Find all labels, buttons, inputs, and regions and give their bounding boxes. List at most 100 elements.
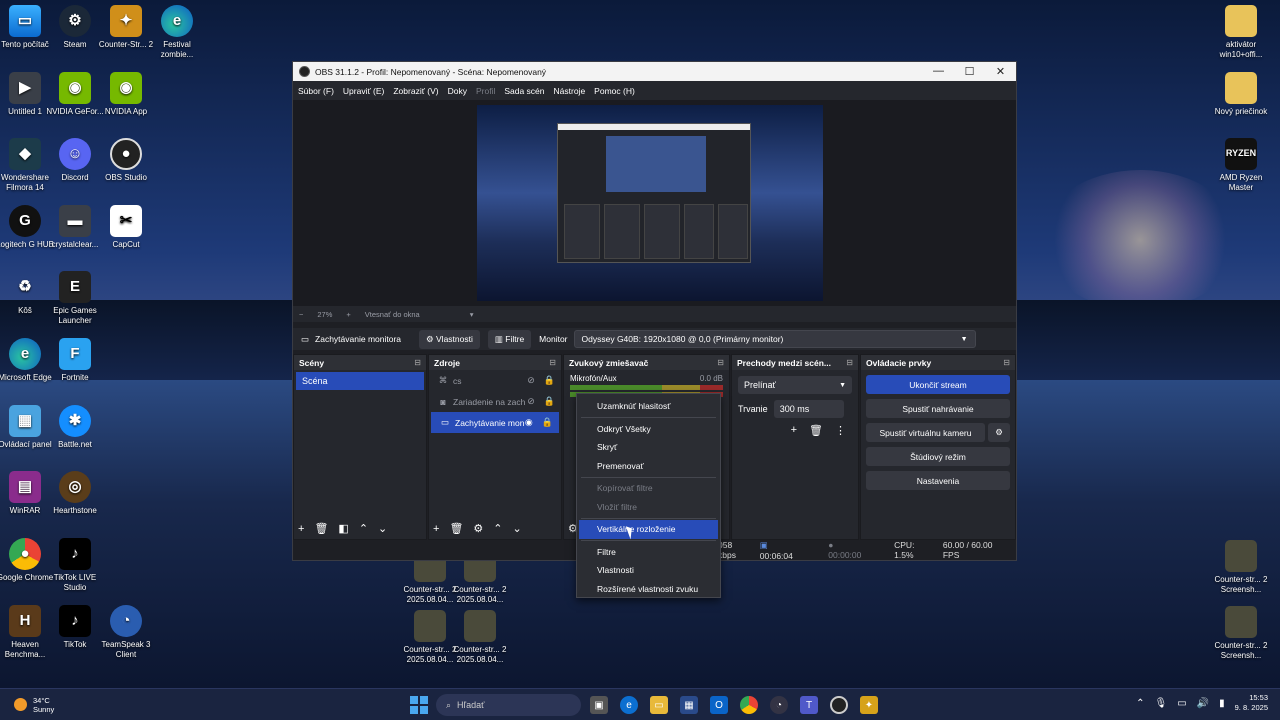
obs-titlebar[interactable]: OBS 31.1.2 - Profil: Nepomenovaný - Scén… [293,62,1016,81]
source-item[interactable]: ⌘ cs ⊘ 🔒 [429,370,561,391]
stop-stream-button[interactable]: Ukončiť stream [866,375,1010,394]
start-virtual-camera-button[interactable]: Spustiť virtuálnu kameru [866,423,985,442]
dock-menu-icon[interactable]: ⊟ [549,358,556,367]
close-button[interactable]: ✕ [985,65,1016,78]
source-item-selected[interactable]: ▭ Zachytávanie mon ◉ 🔒 [431,412,559,433]
desktop-icon[interactable]: ◔ TeamSpeak 3 Client [95,605,157,659]
menu-hide[interactable]: Skryť [577,438,720,457]
duration-input[interactable]: 300 ms [773,400,844,418]
start-recording-button[interactable]: Spustiť nahrávanie [866,399,1010,418]
menu-edit[interactable]: Upraviť (E) [343,86,384,96]
menu-advanced-audio[interactable]: Rozšírené vlastnosti zvuku [577,580,720,599]
teams-icon[interactable]: T [800,696,818,714]
zoom-in-button[interactable]: + [346,310,350,319]
desktop-icon[interactable]: ✂ CapCut [95,205,157,250]
move-up-icon[interactable]: ⌃ [359,522,368,535]
minimize-button[interactable]: — [923,65,954,78]
lock-icon[interactable]: 🔒 [542,417,553,428]
lock-icon[interactable]: 🔒 [544,396,555,407]
add-scene-icon[interactable]: + [298,523,304,535]
desktop-icon[interactable]: ♪ TikTok LIVE Studio [44,538,106,592]
task-view-icon[interactable]: ▣ [590,696,608,714]
gear-icon[interactable]: ⚙ [473,522,483,535]
preview-canvas[interactable] [293,100,1016,306]
dock-menu-icon[interactable]: ⊟ [1003,358,1010,367]
search-input[interactable]: ⌕ Hľadať [436,694,581,716]
menu-unhide-all[interactable]: Odkryť Všetky [577,420,720,439]
remove-transition-icon[interactable]: 🗑 [809,424,823,437]
lock-icon[interactable]: 🔒 [544,375,555,386]
eye-hidden-icon[interactable]: ⊘ [527,396,535,407]
desktop-icon[interactable]: e Festival zombie... [146,5,208,59]
fit-to-window[interactable]: Vtesnať do okna [365,310,420,319]
menu-tools[interactable]: Nástroje [554,86,586,96]
eye-icon[interactable]: ◉ [525,417,533,428]
source-item[interactable]: ◙ Zariadenie na zach ⊘ 🔒 [429,391,561,412]
start-button[interactable] [410,696,428,714]
battery-icon[interactable]: ▮ [1219,698,1225,709]
edge-taskbar-icon[interactable]: e [620,696,638,714]
move-up-icon[interactable]: ⌃ [493,522,502,535]
menu-lock-volume[interactable]: Uzamknúť hlasitosť [577,397,720,416]
transition-select[interactable]: Prelínať ▼ [738,376,852,394]
move-down-icon[interactable]: ⌄ [378,522,387,535]
chrome-taskbar-icon[interactable] [740,696,758,714]
properties-button[interactable]: ⚙ Vlastnosti [419,329,480,349]
network-icon[interactable]: ▭ [1177,698,1186,709]
eye-hidden-icon[interactable]: ⊘ [527,375,535,386]
weather-widget[interactable]: 34°C Sunny [14,696,54,714]
cs2-taskbar-icon[interactable]: ✦ [860,696,878,714]
desktop-icon[interactable]: F Fortnite [44,338,106,383]
file-explorer-icon[interactable]: ▭ [650,696,668,714]
desktop-icon[interactable]: ◉ NVIDIA App [95,72,157,117]
volume-icon[interactable]: 🔊 [1197,698,1209,709]
menu-rename[interactable]: Premenovať [577,457,720,476]
menu-profile[interactable]: Profil [476,86,495,96]
chevron-up-icon[interactable]: ⌃ [1136,698,1144,709]
menu-properties[interactable]: Vlastnosti [577,561,720,580]
outlook-icon[interactable]: O [710,696,728,714]
remove-source-icon[interactable]: 🗑 [449,522,463,535]
menu-view[interactable]: Zobraziť (V) [393,86,438,96]
desktop-icon[interactable]: ● OBS Studio [95,138,157,183]
desktop-icon[interactable]: Counter-str... 2 Screensh... [1210,606,1272,660]
virtual-camera-gear-icon[interactable]: ⚙ [988,423,1010,442]
desktop-icon[interactable]: E Epic Games Launcher [44,271,106,325]
settings-button[interactable]: Nastavenia [866,471,1010,490]
desktop-icon[interactable]: ◎ Hearthstone [44,471,106,516]
move-down-icon[interactable]: ⌄ [513,522,522,535]
desktop-icon[interactable]: Counter-str... 2 2025.08.04... [449,610,511,664]
dock-menu-icon[interactable]: ⊟ [846,358,853,367]
desktop-icon[interactable]: Counter-str... 2 Screensh... [1210,540,1272,594]
add-source-icon[interactable]: + [433,523,439,535]
teamspeak-taskbar-icon[interactable]: ◔ [770,696,788,714]
maximize-button[interactable]: ☐ [954,65,985,78]
dock-menu-icon[interactable]: ⊟ [414,358,421,367]
desktop-icon[interactable]: RYZEN AMD Ryzen Master [1210,138,1272,192]
filters-button[interactable]: ▥ Filtre [487,329,532,349]
microphone-icon[interactable]: 🎙 [1155,698,1168,709]
desktop-icon[interactable]: ✱ Battle.net [44,405,106,450]
menu-paste-filters[interactable]: Vložiť filtre [577,498,720,517]
menu-scene-collection[interactable]: Sada scén [504,86,544,96]
zoom-dropdown-icon[interactable]: ▾ [470,310,474,319]
monitor-select[interactable]: Odyssey G40B: 1920x1080 @ 0,0 (Primárny … [573,330,976,348]
desktop-icon[interactable]: aktivátor win10+offi... [1210,5,1272,59]
zoom-out-button[interactable]: − [299,310,303,319]
store-icon[interactable]: ▦ [680,696,698,714]
clock[interactable]: 15:53 9. 8. 2025 [1235,693,1268,713]
add-transition-icon[interactable]: + [791,424,797,437]
menu-file[interactable]: Súbor (F) [298,86,334,96]
obs-taskbar-icon[interactable] [830,696,848,714]
menu-vertical-layout[interactable]: Vertikálne rozloženie [579,520,718,539]
menu-help[interactable]: Pomoc (H) [594,86,635,96]
menu-copy-filters[interactable]: Kopírovať filtre [577,479,720,498]
remove-scene-icon[interactable]: 🗑 [314,522,328,535]
filter-icon[interactable]: ◧ [338,522,348,535]
dock-menu-icon[interactable]: ⊟ [717,358,724,367]
studio-mode-button[interactable]: Štúdiový režim [866,447,1010,466]
scene-item[interactable]: Scéna [296,372,424,390]
desktop-icon[interactable]: Nový priečinok [1210,72,1272,117]
menu-filters[interactable]: Filtre [577,543,720,562]
menu-docks[interactable]: Doky [448,86,467,96]
